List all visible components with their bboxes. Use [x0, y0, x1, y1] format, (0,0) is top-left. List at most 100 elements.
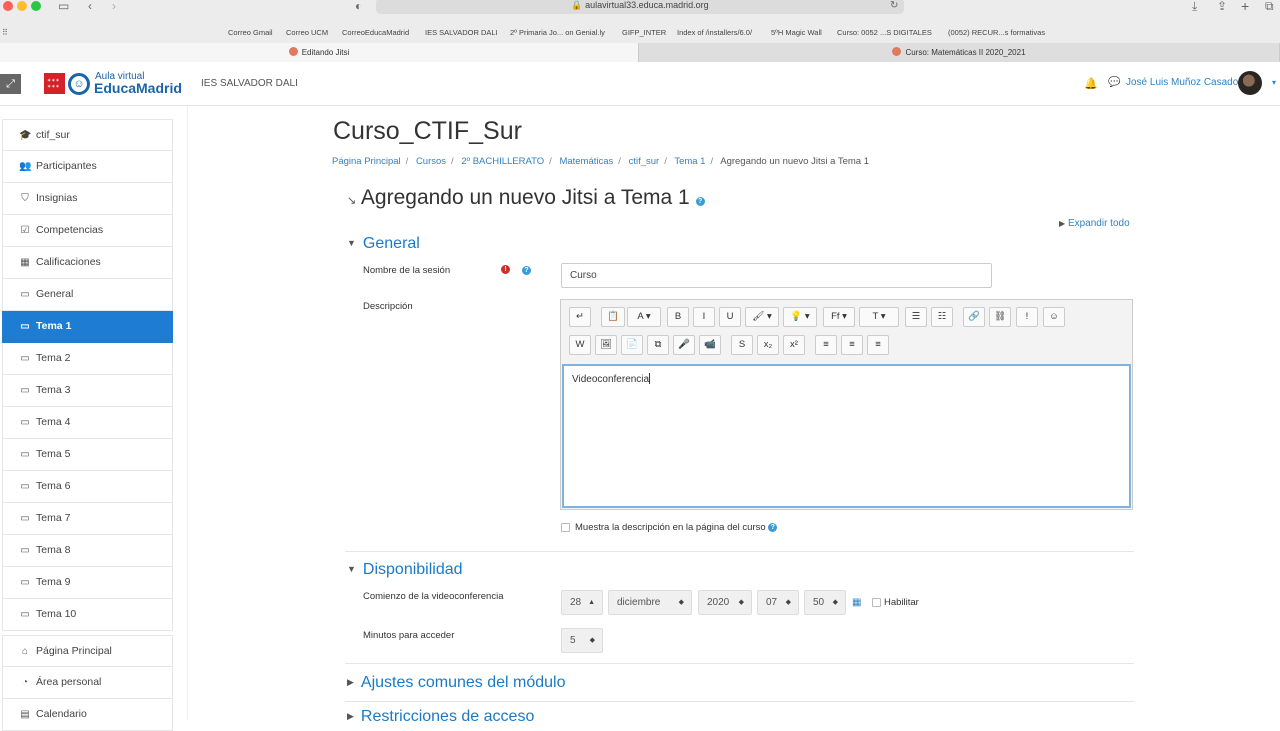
- drawer-toggle-button[interactable]: ⤢: [0, 74, 21, 94]
- year-select[interactable]: 2020 ◆: [698, 590, 752, 615]
- reload-icon[interactable]: ↻: [890, 0, 898, 12]
- back-icon[interactable]: ‹: [88, 0, 92, 12]
- tab-curso-matematicas[interactable]: Curso: Matemáticas II 2020_2021: [639, 43, 1280, 62]
- sidebar-toggle-icon[interactable]: ▭: [58, 0, 69, 12]
- minute-select[interactable]: 50 ◆: [804, 590, 846, 615]
- avatar[interactable]: [1238, 71, 1262, 95]
- font-size-button[interactable]: T ▾: [859, 307, 899, 327]
- sidebar-item[interactable]: ▤ Calendario: [2, 699, 173, 731]
- breadcrumb-link[interactable]: Página Principal: [332, 156, 401, 167]
- educamadrid-logo-icon[interactable]: ☺: [68, 73, 90, 95]
- bold-button[interactable]: B: [667, 307, 689, 327]
- sidebar-item[interactable]: ☑ Competencias: [2, 215, 173, 247]
- alert-button[interactable]: !: [1016, 307, 1038, 327]
- tab-editando-jitsi[interactable]: Editando Jitsi: [0, 43, 639, 62]
- tab-overview-icon[interactable]: ⧉: [1265, 0, 1274, 12]
- minimize-window-button[interactable]: [17, 1, 27, 11]
- unlink-button[interactable]: ⛓: [989, 307, 1011, 327]
- link-button[interactable]: 🔗: [963, 307, 985, 327]
- day-select[interactable]: 28 ▲: [561, 590, 603, 615]
- expand-all-link[interactable]: ▶ Expandir todo: [1059, 218, 1130, 229]
- word-paste-button[interactable]: W: [569, 335, 591, 355]
- forward-icon[interactable]: ›: [112, 0, 116, 12]
- sidebar-item[interactable]: ▭ General: [2, 279, 173, 311]
- align-center-button[interactable]: ≡: [841, 335, 863, 355]
- help-icon[interactable]: ?: [695, 197, 705, 206]
- section-availability-toggle[interactable]: ▼ Disponibilidad: [347, 561, 463, 579]
- paste-button[interactable]: 📋: [601, 307, 625, 327]
- download-icon[interactable]: ⤓: [1192, 0, 1197, 12]
- sidebar-item[interactable]: ⌂ Página Principal: [2, 635, 173, 667]
- media-button[interactable]: 📄: [621, 335, 643, 355]
- breadcrumb-link[interactable]: ctif_sur: [629, 156, 660, 167]
- bookmark-item[interactable]: 5ºH Magic Wall: [771, 28, 822, 37]
- breadcrumb-link[interactable]: Cursos: [416, 156, 446, 167]
- section-common-settings-toggle[interactable]: ▶ Ajustes comunes del módulo: [347, 674, 565, 692]
- help-icon[interactable]: ?: [768, 523, 778, 532]
- bookmark-item[interactable]: (0052) RECUR...s formativas: [948, 28, 1045, 37]
- url-bar[interactable]: 🔒 aulavirtual33.educa.madrid.org: [376, 0, 904, 14]
- sidebar-item[interactable]: ▭ Tema 3: [2, 375, 173, 407]
- bookmark-item[interactable]: Correo UCM: [286, 28, 328, 37]
- bookmark-item[interactable]: CorreoEducaMadrid: [342, 28, 409, 37]
- redo-button[interactable]: ↵: [569, 307, 591, 327]
- bullet-list-button[interactable]: ☰: [905, 307, 927, 327]
- section-access-restrictions-toggle[interactable]: ▶ Restricciones de acceso: [347, 708, 534, 726]
- superscript-button[interactable]: x²: [783, 335, 805, 355]
- record-audio-button[interactable]: 🎤: [673, 335, 695, 355]
- zoom-window-button[interactable]: [31, 1, 41, 11]
- sidebar-item[interactable]: ◔ Área personal: [2, 667, 173, 699]
- sidebar-item[interactable]: 🎓 ctif_sur: [2, 119, 173, 151]
- breadcrumb-link[interactable]: Tema 1: [674, 156, 705, 167]
- bookmark-item[interactable]: GIFP_INTER: [622, 28, 666, 37]
- sidebar-item[interactable]: ⛉ Insignias: [2, 183, 173, 215]
- session-name-field[interactable]: Curso: [561, 263, 992, 288]
- new-tab-icon[interactable]: +: [1241, 0, 1249, 13]
- font-family-button[interactable]: Ff ▾: [823, 307, 855, 327]
- calendar-icon[interactable]: ▦: [852, 597, 861, 608]
- bookmark-item[interactable]: Curso: 0052 ...S DIGITALES: [837, 28, 932, 37]
- sidebar-item[interactable]: ▭ Tema 8: [2, 535, 173, 567]
- logo-text-bottom[interactable]: EducaMadrid: [94, 80, 182, 96]
- sidebar-item[interactable]: ▭ Tema 4: [2, 407, 173, 439]
- sidebar-item[interactable]: ▭ Tema 9: [2, 567, 173, 599]
- notifications-bell-icon[interactable]: 🔔: [1084, 77, 1098, 90]
- sidebar-item[interactable]: ▦ Calificaciones: [2, 247, 173, 279]
- breadcrumb-link[interactable]: 2º BACHILLERATO: [461, 156, 544, 167]
- sidebar-item[interactable]: ▭ Tema 7: [2, 503, 173, 535]
- hour-select[interactable]: 07 ◆: [757, 590, 799, 615]
- image-button[interactable]: 🖼: [595, 335, 617, 355]
- close-window-button[interactable]: [3, 1, 13, 11]
- copy-button[interactable]: ⧉: [647, 335, 669, 355]
- sidebar-item[interactable]: ▭ Tema 6: [2, 471, 173, 503]
- emoticon-button[interactable]: ☺: [1043, 307, 1065, 327]
- italic-button[interactable]: I: [693, 307, 715, 327]
- description-editor-area[interactable]: Videoconferencia: [562, 364, 1131, 508]
- bookmark-item[interactable]: Correo Gmail: [228, 28, 273, 37]
- shield-icon[interactable]: ◐: [355, 0, 362, 12]
- share-icon[interactable]: ⇪: [1217, 0, 1227, 12]
- sidebar-item[interactable]: ▭ Tema 1: [2, 311, 173, 343]
- record-video-button[interactable]: 📹: [699, 335, 721, 355]
- bookmark-item[interactable]: 2º Primaria Jo... on Genial.ly: [510, 28, 605, 37]
- help-icon[interactable]: ?: [522, 266, 531, 275]
- comunidad-madrid-logo[interactable]: ✶✶✶ ✶✶✶: [44, 73, 65, 94]
- highlight-button[interactable]: 🖌 ▾: [745, 307, 779, 327]
- underline-button[interactable]: U: [719, 307, 741, 327]
- user-menu-name[interactable]: José Luis Muñoz Casado: [1126, 77, 1238, 88]
- subscript-button[interactable]: x₂: [757, 335, 779, 355]
- month-select[interactable]: diciembre ◆: [608, 590, 692, 615]
- section-general-toggle[interactable]: ▼ General: [347, 235, 420, 253]
- grid-icon[interactable]: ⠿: [2, 27, 8, 39]
- sidebar-item[interactable]: ▭ Tema 5: [2, 439, 173, 471]
- bookmark-item[interactable]: Index of /installers/6.0/: [677, 28, 752, 37]
- enable-checkbox[interactable]: [872, 598, 881, 607]
- messages-chat-icon[interactable]: 💬: [1108, 77, 1120, 88]
- chevron-down-icon[interactable]: ▾: [1272, 78, 1276, 87]
- align-right-button[interactable]: ≡: [867, 335, 889, 355]
- align-left-button[interactable]: ≡: [815, 335, 837, 355]
- sidebar-item[interactable]: ▭ Tema 10: [2, 599, 173, 631]
- show-description-checkbox[interactable]: [561, 523, 570, 532]
- style-button[interactable]: 💡 ▾: [783, 307, 817, 327]
- strikethrough-button[interactable]: S: [731, 335, 753, 355]
